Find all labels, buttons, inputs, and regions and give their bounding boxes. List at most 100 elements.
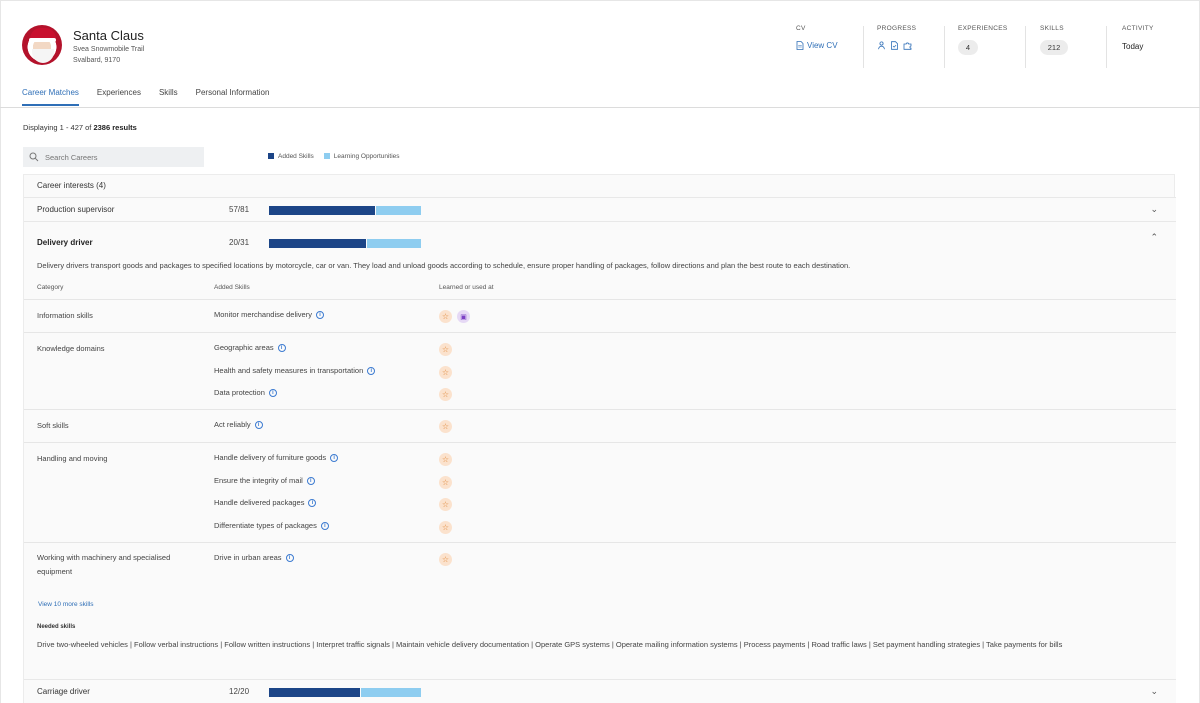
skill-item: Handle delivered packages i bbox=[214, 498, 317, 507]
added-segment bbox=[269, 206, 375, 215]
star-icon[interactable]: ☆ bbox=[439, 476, 452, 489]
stat-experiences: EXPERIENCES 4 bbox=[958, 25, 1008, 67]
search-box[interactable] bbox=[23, 147, 204, 167]
info-icon[interactable]: i bbox=[285, 553, 294, 562]
star-icon[interactable]: ☆ bbox=[439, 553, 452, 566]
star-icon[interactable]: ☆ bbox=[439, 388, 452, 401]
experiences-count: 4 bbox=[958, 40, 978, 55]
category-name: Soft skills bbox=[37, 421, 69, 430]
stat-skills-label: SKILLS bbox=[1040, 25, 1064, 32]
skill-label: Differentiate types of packages bbox=[214, 521, 317, 530]
learning-segment bbox=[361, 688, 421, 697]
document-icon bbox=[796, 41, 804, 50]
skill-label: Ensure the integrity of mail bbox=[214, 476, 303, 485]
info-icon[interactable]: i bbox=[306, 476, 315, 485]
view-more-skills-link[interactable]: View 10 more skills bbox=[38, 601, 94, 608]
match-bar bbox=[269, 239, 421, 248]
chevron-up-icon[interactable]: ⌃ bbox=[1150, 232, 1158, 243]
match-bar bbox=[269, 206, 421, 215]
stat-progress-label: PROGRESS bbox=[877, 25, 917, 32]
career-name[interactable]: Delivery driver bbox=[37, 238, 93, 247]
results-count: Displaying 1 - 427 of 2386 results bbox=[23, 123, 137, 132]
career-row-expanded: Delivery driver 20/31 ⌃ Delivery drivers… bbox=[24, 221, 1176, 679]
legend-learning-label: Learning Opportunities bbox=[333, 153, 400, 160]
stat-skills: SKILLS 212 bbox=[1040, 25, 1068, 67]
career-description: Delivery drivers transport goods and pac… bbox=[37, 261, 851, 270]
tab-experiences[interactable]: Experiences bbox=[97, 88, 141, 106]
skill-item: Health and safety measures in transporta… bbox=[214, 366, 376, 375]
view-cv-link[interactable]: View CV bbox=[796, 41, 838, 50]
skills-count: 212 bbox=[1040, 40, 1068, 55]
document-check-icon[interactable] bbox=[890, 41, 899, 50]
star-icon[interactable]: ☆ bbox=[439, 498, 452, 511]
tab-career-matches[interactable]: Career Matches bbox=[22, 88, 79, 106]
activity-value: Today bbox=[1122, 42, 1144, 51]
skill-item: Data protection i bbox=[214, 388, 277, 397]
star-icon[interactable]: ☆ bbox=[439, 420, 452, 433]
stat-progress: PROGRESS bbox=[877, 25, 916, 67]
info-icon[interactable]: i bbox=[268, 388, 277, 397]
career-row[interactable]: Production supervisor 57/81 ⌄ bbox=[24, 197, 1176, 221]
skill-label: Health and safety measures in transporta… bbox=[214, 366, 364, 375]
info-icon[interactable]: i bbox=[315, 310, 324, 319]
search-icon bbox=[29, 152, 39, 162]
skill-item: Handle delivery of furniture goods i bbox=[214, 453, 339, 462]
career-row[interactable]: Carriage driver 12/20 ⌄ bbox=[24, 679, 1176, 703]
stat-divider bbox=[1025, 26, 1026, 68]
career-name: Carriage driver bbox=[37, 687, 90, 696]
skill-label: Handle delivery of furniture goods bbox=[214, 453, 327, 462]
stat-experiences-label: EXPERIENCES bbox=[958, 25, 1008, 32]
tab-bar: Career Matches Experiences Skills Person… bbox=[22, 88, 269, 106]
career-score: 20/31 bbox=[229, 238, 250, 247]
info-icon[interactable]: i bbox=[367, 366, 376, 375]
info-icon[interactable]: i bbox=[308, 498, 317, 507]
experience-icon[interactable]: ▣ bbox=[457, 310, 470, 323]
info-icon[interactable]: i bbox=[320, 521, 329, 530]
stat-divider bbox=[944, 26, 945, 68]
category-name: Information skills bbox=[37, 311, 93, 320]
star-icon[interactable]: ☆ bbox=[439, 343, 452, 356]
legend-added-label: Added Skills bbox=[278, 153, 314, 160]
career-name: Production supervisor bbox=[37, 205, 115, 214]
stat-divider bbox=[863, 26, 864, 68]
category-row: Handling and moving Handle delivery of f… bbox=[24, 442, 1176, 542]
career-score: 57/81 bbox=[229, 205, 250, 214]
category-row: Working with machinery and specialised e… bbox=[24, 542, 1176, 680]
skill-label: Data protection bbox=[214, 388, 265, 397]
puzzle-icon[interactable] bbox=[903, 41, 912, 50]
results-prefix: Displaying 1 - 427 of bbox=[23, 123, 94, 132]
info-icon[interactable]: i bbox=[277, 343, 286, 352]
chevron-down-icon[interactable]: ⌄ bbox=[1150, 686, 1158, 697]
skill-label: Drive in urban areas bbox=[214, 553, 282, 562]
skill-label: Act reliably bbox=[214, 420, 251, 429]
star-icon[interactable]: ☆ bbox=[439, 366, 452, 379]
skill-item: Differentiate types of packages i bbox=[214, 521, 329, 530]
info-icon[interactable]: i bbox=[330, 453, 339, 462]
tab-personal-information[interactable]: Personal Information bbox=[196, 88, 270, 106]
learning-segment bbox=[367, 239, 421, 248]
tab-divider bbox=[0, 107, 1200, 108]
stat-activity-label: ACTIVITY bbox=[1122, 25, 1154, 32]
legend-added: Added Skills bbox=[268, 153, 314, 160]
person-icon[interactable] bbox=[877, 41, 886, 50]
skill-item: Act reliably i bbox=[214, 420, 263, 429]
category-row: Soft skills Act reliably i ☆ bbox=[24, 409, 1176, 442]
star-icon[interactable]: ☆ bbox=[439, 521, 452, 534]
results-total: 2386 results bbox=[93, 123, 137, 132]
star-icon[interactable]: ☆ bbox=[439, 453, 452, 466]
search-input[interactable] bbox=[45, 152, 195, 162]
category-row: Information skills Monitor merchandise d… bbox=[24, 299, 1176, 332]
skill-item: Drive in urban areas i bbox=[214, 553, 294, 562]
tab-skills[interactable]: Skills bbox=[159, 88, 178, 106]
chevron-down-icon[interactable]: ⌄ bbox=[1150, 204, 1158, 215]
info-icon[interactable]: i bbox=[254, 420, 263, 429]
needed-skills-list: Drive two-wheeled vehicles | Follow verb… bbox=[37, 640, 1063, 649]
stat-divider bbox=[1106, 26, 1107, 68]
match-bar bbox=[269, 688, 421, 697]
star-icon[interactable]: ☆ bbox=[439, 310, 452, 323]
category-name: Handling and moving bbox=[37, 454, 108, 463]
column-category: Category bbox=[37, 284, 64, 291]
skill-label: Handle delivered packages bbox=[214, 498, 305, 507]
needed-skills-title: Needed skills bbox=[37, 624, 76, 630]
profile-name: Santa Claus bbox=[73, 28, 144, 43]
